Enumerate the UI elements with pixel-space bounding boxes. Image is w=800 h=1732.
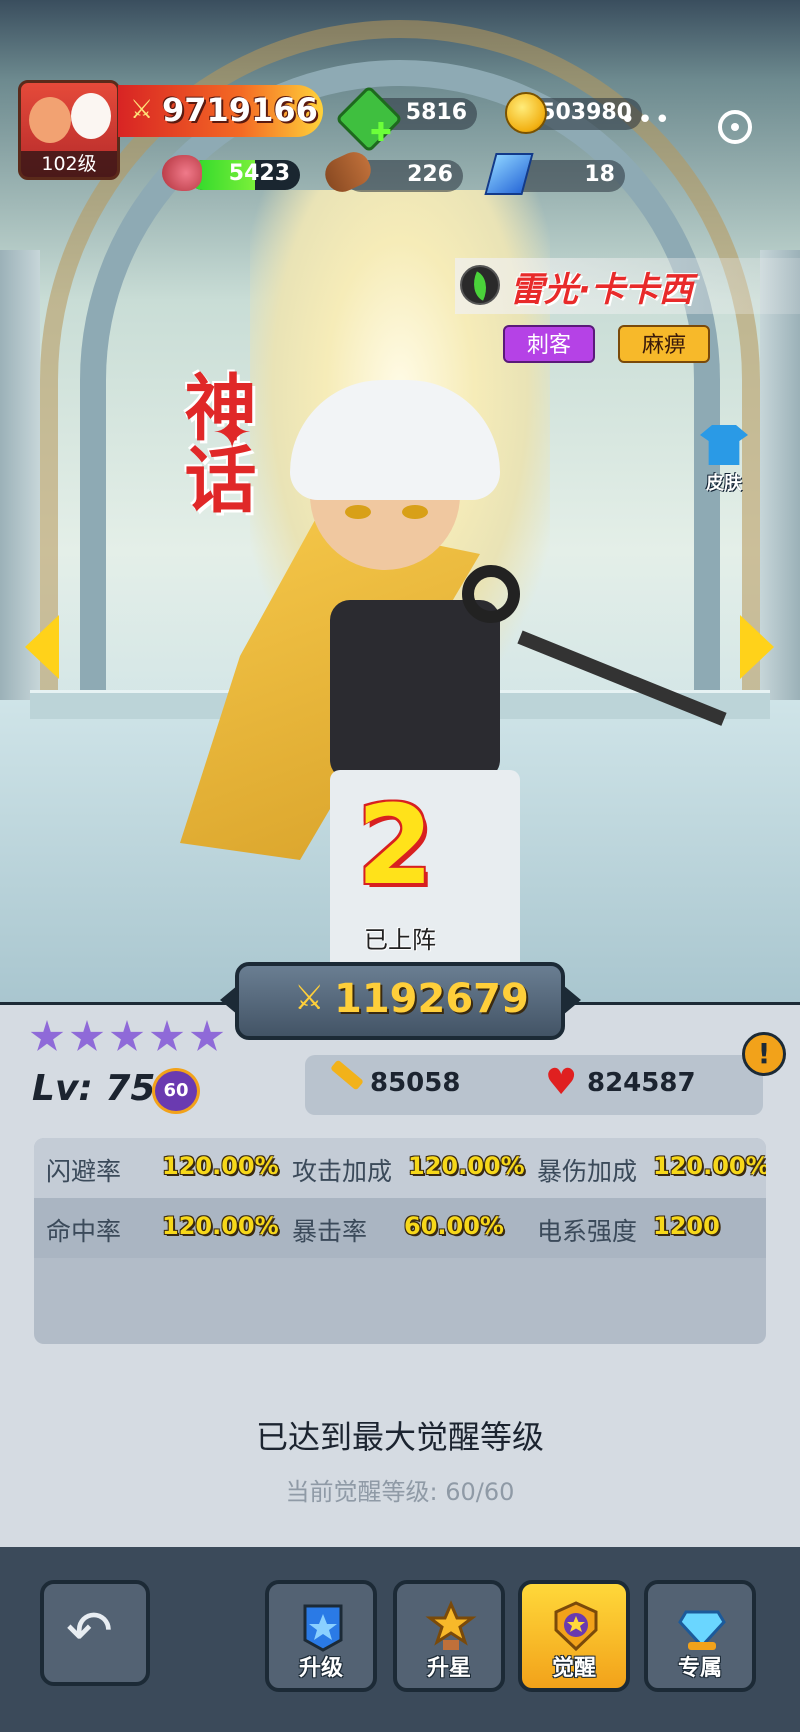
attribute-value: 1200 [653,1212,720,1240]
nav-exclusive-label: 专属 [677,1656,722,1681]
attribute-value: 120.00% [408,1152,525,1180]
wood-value: 226 [407,162,453,187]
hero-body [330,600,500,780]
hero-name: 雷光·卡卡西 [510,270,693,310]
attribute-key: 暴击率 [292,1217,368,1246]
shirt-icon [700,425,748,465]
player-level: 102级 [21,151,117,177]
awaken-level-badge: 60 [152,1068,200,1114]
avatar-character-right [71,93,111,139]
back-button[interactable]: ↶ [40,1580,150,1686]
nav-awaken-button[interactable]: 觉醒 [518,1580,630,1692]
nav-upgrade-label: 升级 [298,1656,343,1681]
meat-icon [162,155,202,191]
info-warning-icon[interactable]: ! [742,1032,786,1076]
nav-awaken-label: 觉醒 [551,1656,596,1681]
kunai-ring [462,565,520,623]
sparkle-icon: ✦ [212,405,253,461]
effect-tag-paralysis: 麻痹 [618,325,710,363]
player-avatar[interactable]: 102级 [18,80,120,180]
kunai-weapon [517,630,727,726]
attribute-table: 闪避率 120.00% 攻击加成 120.00% 暴伤加成 120.00% 命中… [34,1138,766,1344]
hero-combat-power-value: 1192679 [334,976,529,1022]
nav-exclusive-button[interactable]: 专属 [644,1580,756,1692]
attribute-value: 120.00% [162,1152,279,1180]
more-menu-icon[interactable]: ••• [620,105,690,155]
hero-level: Lv: 75 [32,1068,156,1109]
max-awaken-message: 已达到最大觉醒等级 [255,1418,544,1456]
awaken-icon [554,1601,598,1652]
attribute-value: 60.00% [404,1212,504,1240]
skin-button[interactable]: 皮肤 [690,425,758,495]
attribute-row: 闪避率 120.00% 攻击加成 120.00% 暴伤加成 120.00% [34,1138,766,1198]
attribute-key: 电系强度 [537,1217,638,1246]
crossed-swords-icon: ⚔ [294,978,325,1018]
gems-value: 5816 [405,100,467,125]
skin-label: 皮肤 [706,473,742,494]
avatar-character-left [29,97,71,143]
nav-upgrade-button[interactable]: 升级 [265,1580,377,1692]
deploy-status: 已上阵 [364,926,436,954]
exclusive-icon [678,1610,726,1650]
attribute-key: 命中率 [46,1217,122,1246]
star-up-icon [425,1600,477,1650]
hero-hair [290,380,500,500]
previous-hero-arrow-icon[interactable] [25,615,59,679]
current-awaken-level: 当前觉醒等级: 60/60 [285,1478,515,1506]
close-target-icon[interactable] [718,110,752,144]
player-power-bar: ⚔ 9719166 [118,85,323,137]
hero-combat-power: ⚔ 1192679 [235,962,565,1040]
deploy-slot-number: 2 [356,781,434,909]
wind-element-icon [460,265,500,305]
hero-eye-right [402,505,428,519]
attribute-key: 闪避率 [46,1157,122,1186]
attribute-value: 120.00% [162,1212,279,1240]
gold-coin-icon [505,92,547,134]
crystals-value: 18 [584,162,615,187]
nav-star-up-button[interactable]: 升星 [393,1580,505,1692]
coins-value: 503980 [540,100,632,125]
hp-value: 824587 [587,1068,696,1098]
add-gems-icon[interactable]: ✚ [370,118,392,148]
next-hero-arrow-icon[interactable] [740,615,774,679]
hero-eye-left [345,505,371,519]
meat-stamina-bar[interactable]: 5423 [188,160,300,190]
attack-value: 85058 [370,1068,461,1098]
attribute-key: 暴伤加成 [537,1157,638,1186]
upgrade-icon [303,1604,343,1652]
core-stats-box: 85058 ♥ 824587 [305,1055,763,1115]
attribute-key: 攻击加成 [292,1157,393,1186]
combat-power-wing-right [563,985,581,1015]
back-arrow-icon: ↶ [66,1599,113,1664]
meat-value: 5423 [228,161,290,186]
crossed-swords-icon: ⚔ [130,95,154,125]
nav-star-up-label: 升星 [426,1656,471,1681]
role-tag-assassin: 刺客 [503,325,595,363]
player-power-value: 9719166 [162,91,318,129]
heart-hp-icon: ♥ [545,1062,578,1103]
attribute-value: 120.00% [653,1152,766,1180]
sword-attack-icon [330,1059,364,1091]
attribute-row: 命中率 120.00% 暴击率 60.00% 电系强度 1200 [34,1198,766,1258]
